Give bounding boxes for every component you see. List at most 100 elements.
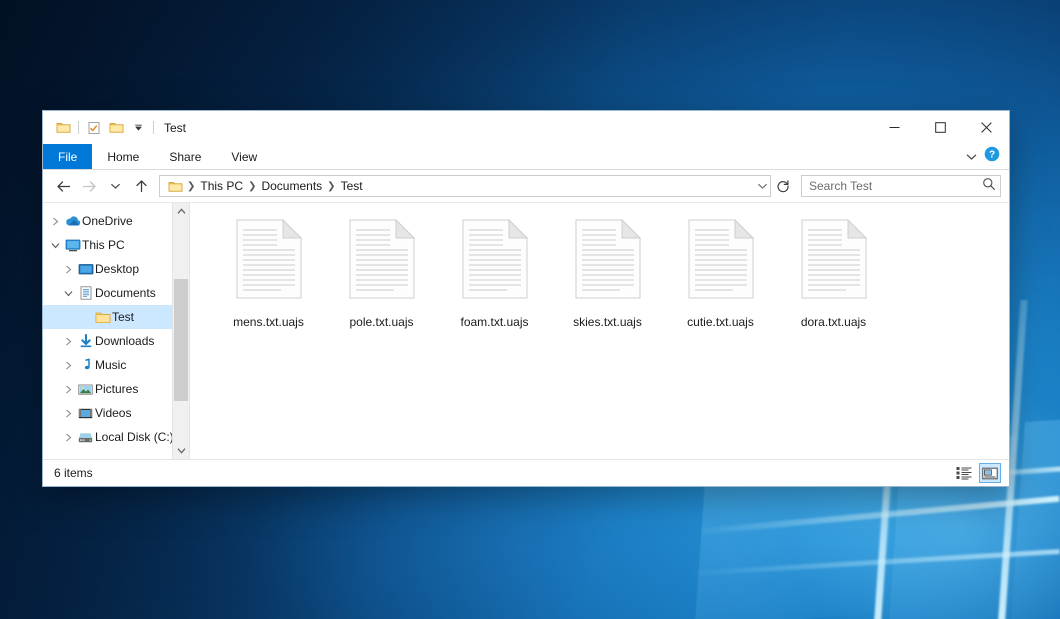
view-mode-buttons [953,463,1001,483]
item-count-label: 6 items [54,466,93,480]
search-input[interactable] [809,179,982,193]
text-document-icon [349,219,415,304]
file-name-label: skies.txt.uajs [573,315,642,329]
videos-film-icon [76,407,95,420]
file-item[interactable]: cutie.txt.uajs [664,217,777,329]
text-document-icon [462,219,528,304]
chevron-right-icon[interactable] [60,409,76,418]
chevron-right-icon[interactable] [60,361,76,370]
file-name-label: mens.txt.uajs [233,315,304,329]
file-list-pane[interactable]: mens.txt.uajs pole.txt.uajs [189,203,1009,459]
sidebar-item-pictures[interactable]: Pictures [43,377,189,401]
close-button[interactable] [963,111,1009,144]
sidebar-item-label: Local Disk (C:) [95,430,174,444]
file-item[interactable]: mens.txt.uajs [212,217,325,329]
tab-file[interactable]: File [43,144,92,169]
properties-icon[interactable] [83,117,105,139]
sidebar-item-label: Music [95,358,126,372]
chevron-down-icon[interactable] [60,290,76,297]
chevron-right-icon[interactable] [47,217,63,226]
sidebar-item-label: Pictures [95,382,138,396]
sidebar-item-local-disk-c[interactable]: Local Disk (C:) [43,425,189,449]
new-folder-icon[interactable] [105,117,127,139]
chevron-down-icon[interactable] [47,242,63,249]
details-view-button[interactable] [953,463,975,483]
file-explorer-window: Test File Home Share View ? [42,110,1010,487]
breadcrumb-separator-1: ❯ [247,181,257,192]
sidebar-item-downloads[interactable]: Downloads [43,329,189,353]
minimize-button[interactable] [871,111,917,144]
sidebar-item-label: This PC [82,238,125,252]
sidebar-item-label: Test [112,310,134,324]
sidebar-item-test[interactable]: Test [43,305,189,329]
sidebar-item-label: Videos [95,406,131,420]
file-item[interactable]: foam.txt.uajs [438,217,551,329]
text-document-icon [688,219,754,304]
chevron-right-icon[interactable] [60,385,76,394]
ribbon-right-controls: ? [966,144,1009,169]
desktop-icon [76,263,95,276]
customize-qat-chevron-icon[interactable] [127,117,149,139]
folder-tree: OneDrive This PC [43,203,189,449]
pictures-icon [76,383,95,396]
sidebar-item-this-pc[interactable]: This PC [43,233,189,257]
svg-text:?: ? [989,150,995,161]
qat-separator-1 [78,121,79,134]
breadcrumb-separator-0: ❯ [186,181,196,192]
documents-icon [76,286,95,300]
breadcrumb-item-documents[interactable]: Documents [257,179,326,193]
large-icons-view-button[interactable] [979,463,1001,483]
quick-access-toolbar [43,117,158,139]
text-document-icon [801,219,867,304]
up-button[interactable] [129,174,153,198]
sidebar-item-onedrive[interactable]: OneDrive [43,209,189,233]
sidebar-item-documents[interactable]: Documents [43,281,189,305]
chevron-right-icon[interactable] [60,433,76,442]
file-item[interactable]: pole.txt.uajs [325,217,438,329]
scrollbar-thumb[interactable] [174,279,188,401]
breadcrumb[interactable]: ❯ This PC ❯ Documents ❯ Test [159,175,771,197]
search-box[interactable] [801,175,1001,197]
sidebar-scrollbar[interactable] [172,203,189,459]
recent-locations-button[interactable] [103,174,127,198]
help-icon[interactable]: ? [984,146,1000,167]
window-controls [871,111,1009,144]
tab-share[interactable]: Share [154,144,216,169]
downloads-arrow-icon [76,334,95,348]
window-title: Test [164,121,186,135]
breadcrumb-item-this-pc[interactable]: This PC [196,179,247,193]
sidebar-item-music[interactable]: Music [43,353,189,377]
onedrive-cloud-icon [63,215,82,227]
file-name-label: cutie.txt.uajs [687,315,754,329]
maximize-button[interactable] [917,111,963,144]
sidebar-item-label: Desktop [95,262,139,276]
breadcrumb-item-test[interactable]: Test [337,179,367,193]
local-disk-icon [76,431,95,444]
sidebar-item-label: OneDrive [82,214,133,228]
sidebar-item-label: Downloads [95,334,154,348]
tab-view[interactable]: View [216,144,272,169]
search-icon[interactable] [982,177,996,196]
file-name-label: foam.txt.uajs [460,315,528,329]
breadcrumb-folder-icon [165,180,186,193]
chevron-down-icon[interactable] [966,148,977,166]
folder-icon[interactable] [52,117,74,139]
text-document-icon [575,219,641,304]
sidebar-item-videos[interactable]: Videos [43,401,189,425]
scroll-down-icon[interactable] [173,442,189,459]
file-item[interactable]: dora.txt.uajs [777,217,890,329]
scroll-up-icon[interactable] [173,203,189,220]
title-bar: Test [43,111,1009,144]
sidebar-item-label: Documents [95,286,156,300]
chevron-right-icon[interactable] [60,265,76,274]
tab-home[interactable]: Home [92,144,154,169]
back-button[interactable] [51,174,75,198]
file-item[interactable]: skies.txt.uajs [551,217,664,329]
sidebar-item-desktop[interactable]: Desktop [43,257,189,281]
music-note-icon [76,358,95,372]
refresh-button[interactable] [773,175,793,197]
breadcrumb-dropdown-icon[interactable] [757,182,768,190]
forward-button[interactable] [77,174,101,198]
chevron-right-icon[interactable] [60,337,76,346]
this-pc-monitor-icon [63,239,82,252]
